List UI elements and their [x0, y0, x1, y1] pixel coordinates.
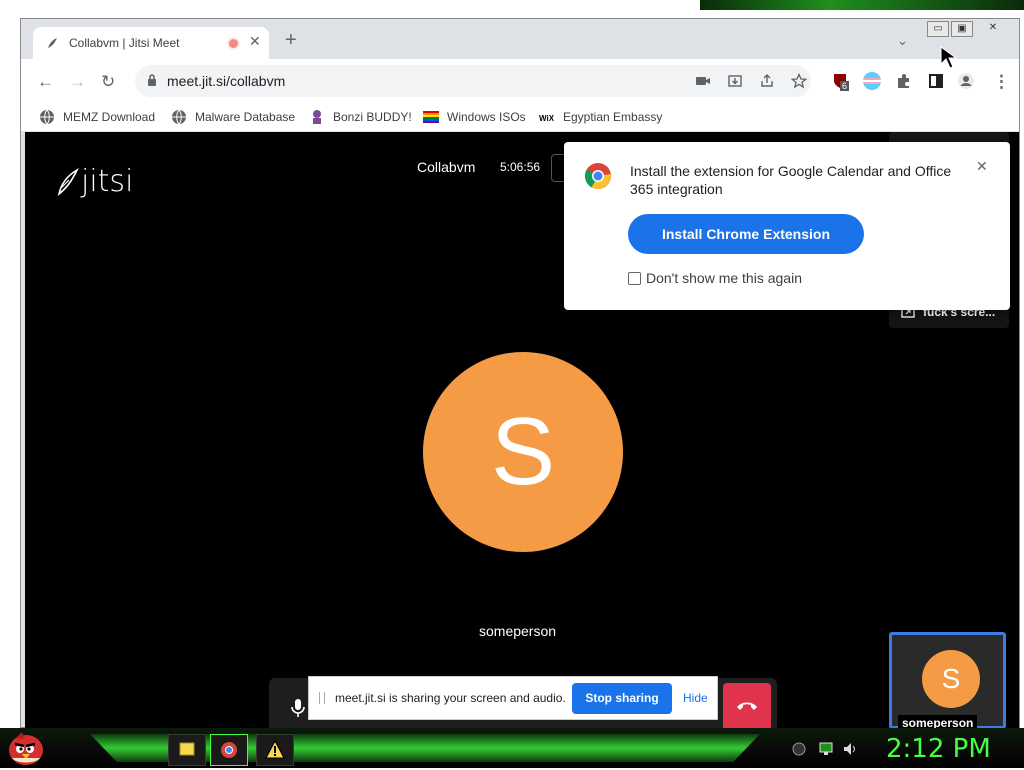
tab-collabvm[interactable]: Collabvm | Jitsi Meet ✕ [33, 27, 269, 59]
screen-sharing-bar: meet.jit.si is sharing your screen and a… [308, 676, 718, 720]
extensions-puzzle-icon[interactable] [895, 72, 913, 90]
stop-sharing-button[interactable]: Stop sharing [572, 683, 672, 714]
taskbar-warning[interactable] [256, 734, 294, 766]
install-extension-button[interactable]: Install Chrome Extension [628, 214, 864, 254]
tab-search-chevron-icon[interactable]: ⌄ [897, 33, 908, 49]
maximize-button[interactable]: ▣ [951, 21, 973, 37]
globe-icon [40, 109, 54, 125]
tab-strip: Collabvm | Jitsi Meet ✕ + ⌄ ▭ ▣ ✕ [21, 19, 1019, 59]
desktop-left-edge [0, 12, 22, 728]
reload-icon[interactable]: ↻ [101, 72, 115, 92]
bonzi-icon [313, 110, 321, 124]
taskbar-explorer[interactable] [168, 734, 206, 766]
flag-extension-icon[interactable] [863, 72, 881, 90]
extension-install-popup: Install the extension for Google Calenda… [564, 142, 1010, 310]
taskbar-chrome[interactable] [210, 734, 248, 766]
lock-icon [148, 74, 156, 86]
phone-hangup-icon [737, 702, 757, 710]
jitsi-feather-icon [57, 168, 79, 196]
main-participant-avatar: S [423, 352, 623, 552]
folders-icon [179, 742, 195, 756]
url-text: meet.jit.si/collabvm [167, 73, 286, 89]
bookmark-star-icon[interactable] [791, 73, 807, 89]
share-icon[interactable] [759, 73, 775, 89]
install-app-icon[interactable] [727, 73, 743, 89]
warning-icon [265, 739, 285, 759]
new-tab-button[interactable]: + [285, 30, 297, 50]
camera-in-use-icon[interactable] [695, 73, 711, 89]
hangup-button[interactable] [723, 683, 771, 729]
tray-update-icon[interactable] [792, 742, 806, 756]
desktop-right-edge [1020, 12, 1024, 728]
meeting-title: Collabvm [417, 159, 476, 175]
address-bar[interactable]: meet.jit.si/collabvm [135, 65, 811, 97]
chrome-taskbar-icon [221, 742, 237, 758]
start-button-angry-bird-icon[interactable] [6, 730, 46, 766]
back-arrow-icon[interactable]: ← [37, 72, 54, 92]
meeting-timer: 5:06:56 [500, 160, 541, 174]
jitsi-logo: jitsi [55, 164, 135, 199]
taskbar-clock[interactable]: 2:12 PM [886, 734, 991, 764]
volume-icon[interactable] [842, 741, 858, 757]
minimize-button[interactable]: ▭ [927, 21, 949, 37]
system-tray [780, 734, 880, 764]
globe-icon [172, 109, 186, 125]
local-participant-avatar: S [922, 650, 980, 708]
desktop-top-strip [0, 0, 1024, 12]
popup-message: Install the extension for Google Calenda… [630, 163, 952, 197]
rainbow-flag-icon [423, 111, 439, 123]
chrome-menu-icon[interactable]: ⋮ [993, 72, 1010, 92]
main-participant-name: someperson [479, 623, 557, 639]
ublock-extension-icon[interactable]: 6 [831, 72, 850, 91]
local-participant-thumbnail[interactable]: S someperson [889, 632, 1006, 729]
mouse-cursor-icon [940, 46, 958, 69]
extension-badge: 6 [840, 81, 850, 91]
close-window-button[interactable]: ✕ [983, 21, 1003, 35]
network-icon[interactable] [818, 742, 834, 756]
profile-avatar-icon[interactable] [957, 72, 975, 90]
svg-text:WiX: WiX [539, 114, 555, 123]
jitsi-favicon-icon [48, 38, 57, 48]
recording-indicator-icon [229, 39, 238, 48]
wix-icon: WiX [539, 114, 555, 123]
popup-close-icon[interactable]: ✕ [976, 158, 988, 175]
tab-title: Collabvm | Jitsi Meet [69, 36, 180, 50]
side-panel-icon[interactable] [927, 72, 945, 90]
bookmarks-bar: MEMZ Download Malware Database Bonzi BUD… [21, 103, 1019, 132]
local-participant-name: someperson [898, 715, 978, 729]
browser-window: Collabvm | Jitsi Meet ✕ + ⌄ ▭ ▣ ✕ ← → ↻ … [20, 18, 1020, 729]
forward-arrow-icon[interactable]: → [69, 72, 86, 92]
tab-close-icon[interactable]: ✕ [249, 33, 261, 50]
sharing-message: meet.jit.si is sharing your screen and a… [335, 691, 566, 705]
dont-show-checkbox[interactable] [628, 272, 641, 285]
browser-toolbar: ← → ↻ meet.jit.si/collabvm 6 ⋮ [21, 59, 1019, 103]
chrome-logo-icon [584, 163, 611, 189]
microphone-icon[interactable] [291, 698, 305, 718]
drag-handle-icon[interactable] [319, 692, 325, 704]
window-controls: ▭ ▣ ✕ [927, 21, 1017, 37]
hide-sharing-bar-link[interactable]: Hide [683, 691, 708, 705]
